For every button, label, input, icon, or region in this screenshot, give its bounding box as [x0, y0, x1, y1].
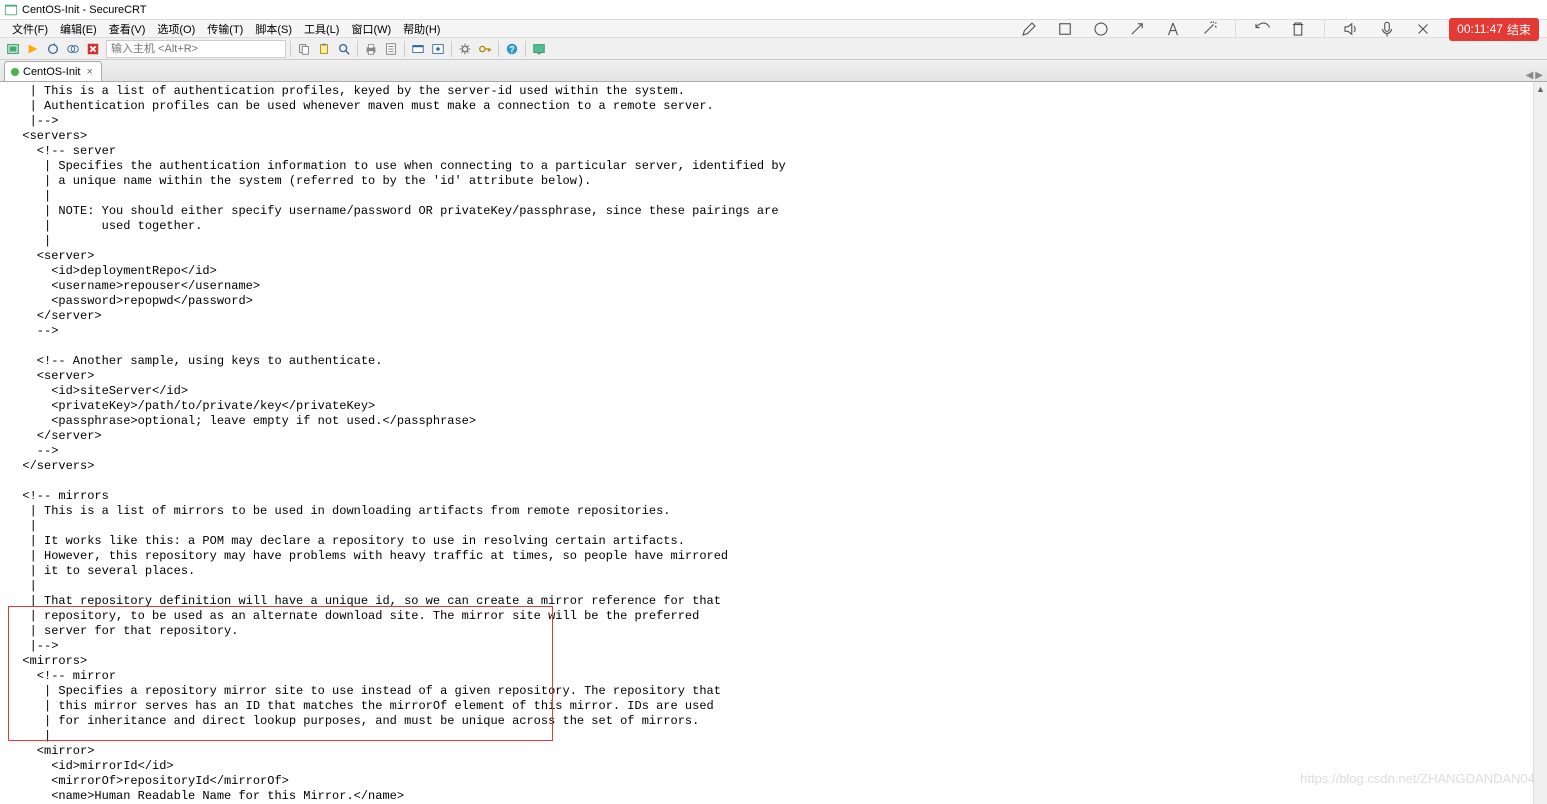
menu-tools[interactable]: 工具(L) — [300, 20, 343, 38]
text-icon[interactable] — [1163, 19, 1183, 39]
menu-options[interactable]: 选项(O) — [153, 20, 199, 38]
disconnect-icon[interactable] — [84, 40, 102, 58]
wand-icon[interactable] — [1199, 19, 1219, 39]
screen-icon[interactable] — [530, 40, 548, 58]
record-end-label: 结束 — [1507, 21, 1531, 38]
settings-icon[interactable] — [456, 40, 474, 58]
menu-help[interactable]: 帮助(H) — [399, 20, 444, 38]
paste-icon[interactable] — [315, 40, 333, 58]
record-timer[interactable]: 00:11:47 结束 — [1449, 18, 1539, 41]
toolbar-separator — [290, 41, 291, 57]
toolbar-separator — [357, 41, 358, 57]
session-icon[interactable] — [409, 40, 427, 58]
window-title: CentOS-Init - SecureCRT — [22, 4, 147, 16]
overlay-separator — [1324, 20, 1325, 38]
toolbar-separator — [498, 41, 499, 57]
undo-icon[interactable] — [1252, 19, 1272, 39]
tab-prev-icon[interactable]: ◀ — [1526, 70, 1534, 81]
menu-edit[interactable]: 编辑(E) — [56, 20, 101, 38]
quick-connect-icon[interactable] — [24, 40, 42, 58]
menu-window[interactable]: 窗口(W) — [347, 20, 395, 38]
trash-icon[interactable] — [1288, 19, 1308, 39]
pen-icon[interactable] — [1019, 19, 1039, 39]
square-icon[interactable] — [1055, 19, 1075, 39]
record-time-value: 00:11:47 — [1457, 22, 1503, 36]
menu-file[interactable]: 文件(F) — [8, 20, 52, 38]
app-icon — [4, 3, 18, 17]
terminal-content[interactable]: | This is a list of authentication profi… — [0, 82, 1547, 804]
svg-text:?: ? — [509, 44, 514, 54]
menu-script[interactable]: 脚本(S) — [251, 20, 296, 38]
properties-icon[interactable] — [382, 40, 400, 58]
mic-icon[interactable] — [1377, 19, 1397, 39]
options-icon[interactable] — [429, 40, 447, 58]
recorder-toolbar: 00:11:47 结束 — [1019, 14, 1539, 44]
toolbar-separator — [525, 41, 526, 57]
arrow-icon[interactable] — [1127, 19, 1147, 39]
tab-label: CentOS-Init — [23, 66, 80, 78]
tab-centos-init[interactable]: CentOS-Init × — [4, 61, 102, 81]
connection-indicator-icon — [11, 68, 19, 76]
print-icon[interactable] — [362, 40, 380, 58]
copy-icon[interactable] — [295, 40, 313, 58]
help-icon[interactable]: ? — [503, 40, 521, 58]
find-icon[interactable] — [335, 40, 353, 58]
reconnect-icon[interactable] — [44, 40, 62, 58]
toolbar-separator — [451, 41, 452, 57]
tab-next-icon[interactable]: ▶ — [1535, 70, 1543, 81]
tab-nav: ◀ ▶ — [1526, 70, 1543, 81]
terminal[interactable]: | This is a list of authentication profi… — [0, 82, 1547, 804]
menu-transfer[interactable]: 传输(T) — [203, 20, 247, 38]
scroll-up-icon[interactable]: ▲ — [1534, 82, 1547, 96]
vertical-scrollbar[interactable]: ▲ — [1533, 82, 1547, 804]
tabbar: CentOS-Init × ◀ ▶ — [0, 60, 1547, 82]
circle-icon[interactable] — [1091, 19, 1111, 39]
close-recorder-icon[interactable] — [1413, 19, 1433, 39]
speaker-icon[interactable] — [1341, 19, 1361, 39]
menu-view[interactable]: 查看(V) — [105, 20, 150, 38]
key-icon[interactable] — [476, 40, 494, 58]
tab-close-icon[interactable]: × — [84, 66, 94, 78]
reconnect-all-icon[interactable] — [64, 40, 82, 58]
connect-icon[interactable] — [4, 40, 22, 58]
host-input[interactable] — [106, 40, 286, 58]
toolbar-separator — [404, 41, 405, 57]
overlay-separator — [1235, 20, 1236, 38]
